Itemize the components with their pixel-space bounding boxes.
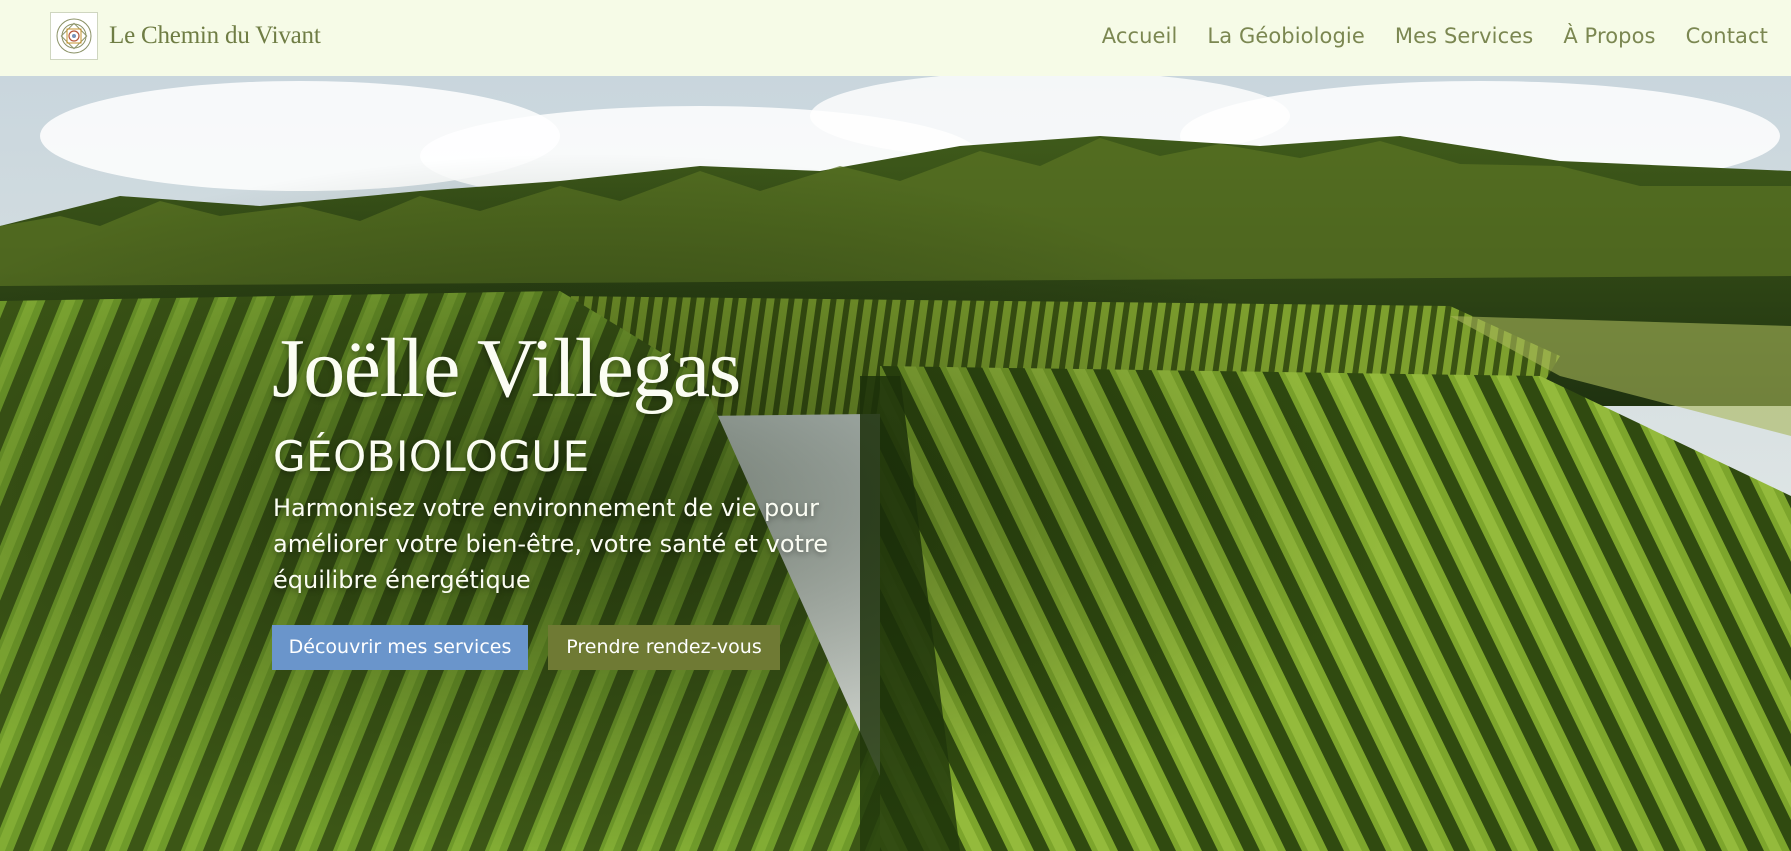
hero-subtitle: GÉOBIOLOGUE: [273, 432, 590, 481]
hero-title: Joëlle Villegas: [272, 322, 741, 415]
logo-icon[interactable]: [50, 12, 98, 60]
nav-link-a-propos[interactable]: À Propos: [1563, 24, 1655, 48]
nav-link-services[interactable]: Mes Services: [1395, 24, 1533, 48]
hero-tagline: Harmonisez votre environnement de vie po…: [273, 494, 829, 594]
main-nav: Accueil La Géobiologie Mes Services À Pr…: [1102, 0, 1768, 72]
discover-services-button[interactable]: Découvrir mes services: [272, 625, 528, 670]
nav-link-contact[interactable]: Contact: [1686, 24, 1768, 48]
hero-section: Joëlle Villegas GÉOBIOLOGUE Harmonisez v…: [0, 76, 1791, 851]
vineyard-background-image: [0, 76, 1791, 851]
nav-link-accueil[interactable]: Accueil: [1102, 24, 1178, 48]
site-header: Le Chemin du Vivant Accueil La Géobiolog…: [0, 0, 1791, 76]
brand[interactable]: Le Chemin du Vivant: [50, 11, 321, 61]
nav-link-geobiologie[interactable]: La Géobiologie: [1207, 24, 1364, 48]
brand-name[interactable]: Le Chemin du Vivant: [109, 22, 321, 50]
book-appointment-button[interactable]: Prendre rendez-vous: [548, 625, 780, 670]
